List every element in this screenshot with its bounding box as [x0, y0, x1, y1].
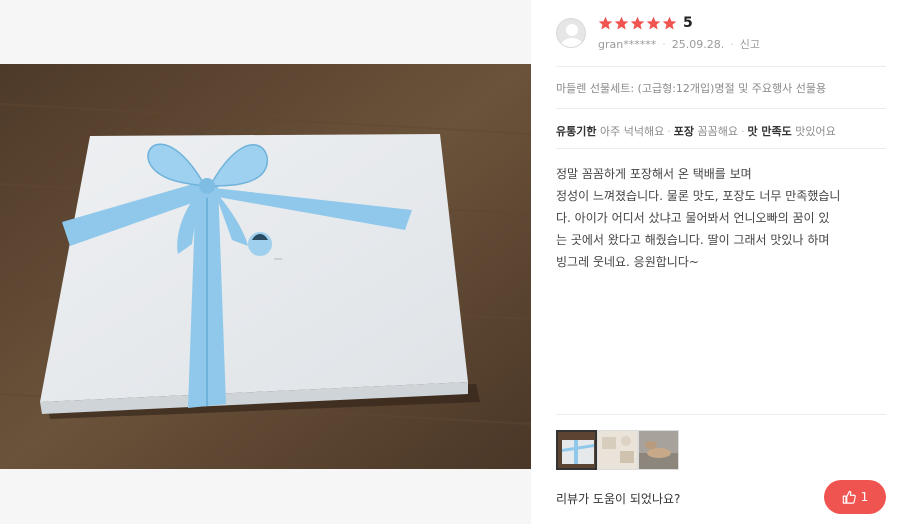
evaluation-tags: 유통기한 아주 넉넉해요 · 포장 꼼꼼해요 · 맛 만족도 맛있어요 [556, 125, 836, 138]
divider [556, 148, 886, 149]
thumbnail-image [598, 431, 637, 469]
review-line: 정성이 느껴졌습니다. 물론 맛도, 포장도 너무 만족했습니 [556, 189, 841, 203]
thumbnail-image [558, 432, 595, 468]
tag-value: 꼼꼼해요 [697, 125, 738, 138]
divider [556, 66, 886, 67]
rating: 5 [598, 14, 760, 32]
reviewer-name: gran****** [598, 37, 657, 51]
tag-name: 유통기한 [556, 125, 597, 138]
tag-value: 맛있어요 [795, 125, 836, 138]
star-rating [598, 16, 678, 31]
gift-box-image [0, 64, 531, 469]
tag-name: 포장 [673, 125, 694, 138]
review-line: 정말 꼼꼼하게 포장해서 온 택배를 보며 [556, 167, 752, 181]
photo-thumbnails [556, 430, 679, 470]
helpful-question: 리뷰가 도움이 되었나요? [556, 492, 681, 506]
divider [556, 108, 886, 109]
review-body: 정말 꼼꼼하게 포장해서 온 택배를 보며 정성이 느껴졌습니다. 물론 맛도,… [556, 163, 888, 273]
star-icon [646, 16, 661, 29]
reviewer-header: 5 gran****** · 25.09.28. · 신고 [556, 14, 760, 52]
review-line: 다. 아이가 어디서 샀냐고 물어봐서 언니오빠의 꿈이 있 [556, 211, 830, 225]
thumbnail-2[interactable] [597, 430, 638, 470]
tag-name: 맛 만족도 [747, 125, 792, 138]
star-icon [630, 16, 645, 29]
review-line: 는 곳에서 왔다고 해줬습니다. 딸이 그래서 맛있나 하며 [556, 233, 830, 247]
purchased-option: 마들렌 선물세트: (고급형:12개입)명절 및 주요행사 선물용 [556, 82, 827, 95]
like-count: 1 [860, 490, 869, 504]
star-icon [614, 16, 629, 29]
divider [556, 414, 886, 415]
review-photo[interactable] [0, 64, 531, 469]
thumbs-up-icon [842, 490, 856, 504]
thumbnail-image [639, 431, 678, 469]
review-date: 25.09.28. [671, 37, 725, 51]
review-detail-panel: 5 gran****** · 25.09.28. · 신고 마들렌 선물세트: … [531, 0, 903, 524]
meta-separator: · [730, 37, 734, 51]
photo-viewer [0, 0, 531, 524]
tag-value: 아주 넉넉해요 [599, 125, 665, 138]
report-link[interactable]: 신고 [740, 36, 760, 52]
rating-value: 5 [683, 15, 693, 31]
thumbnail-3[interactable] [638, 430, 679, 470]
like-button[interactable]: 1 [824, 480, 886, 514]
thumbnail-1[interactable] [556, 430, 597, 470]
default-avatar-icon [556, 18, 586, 48]
review-meta: gran****** · 25.09.28. · 신고 [598, 36, 760, 52]
review-line: 빙그레 웃네요. 응원합니다~ [556, 255, 699, 269]
star-icon [598, 16, 613, 29]
meta-separator: · [662, 37, 666, 51]
star-icon [662, 16, 677, 29]
